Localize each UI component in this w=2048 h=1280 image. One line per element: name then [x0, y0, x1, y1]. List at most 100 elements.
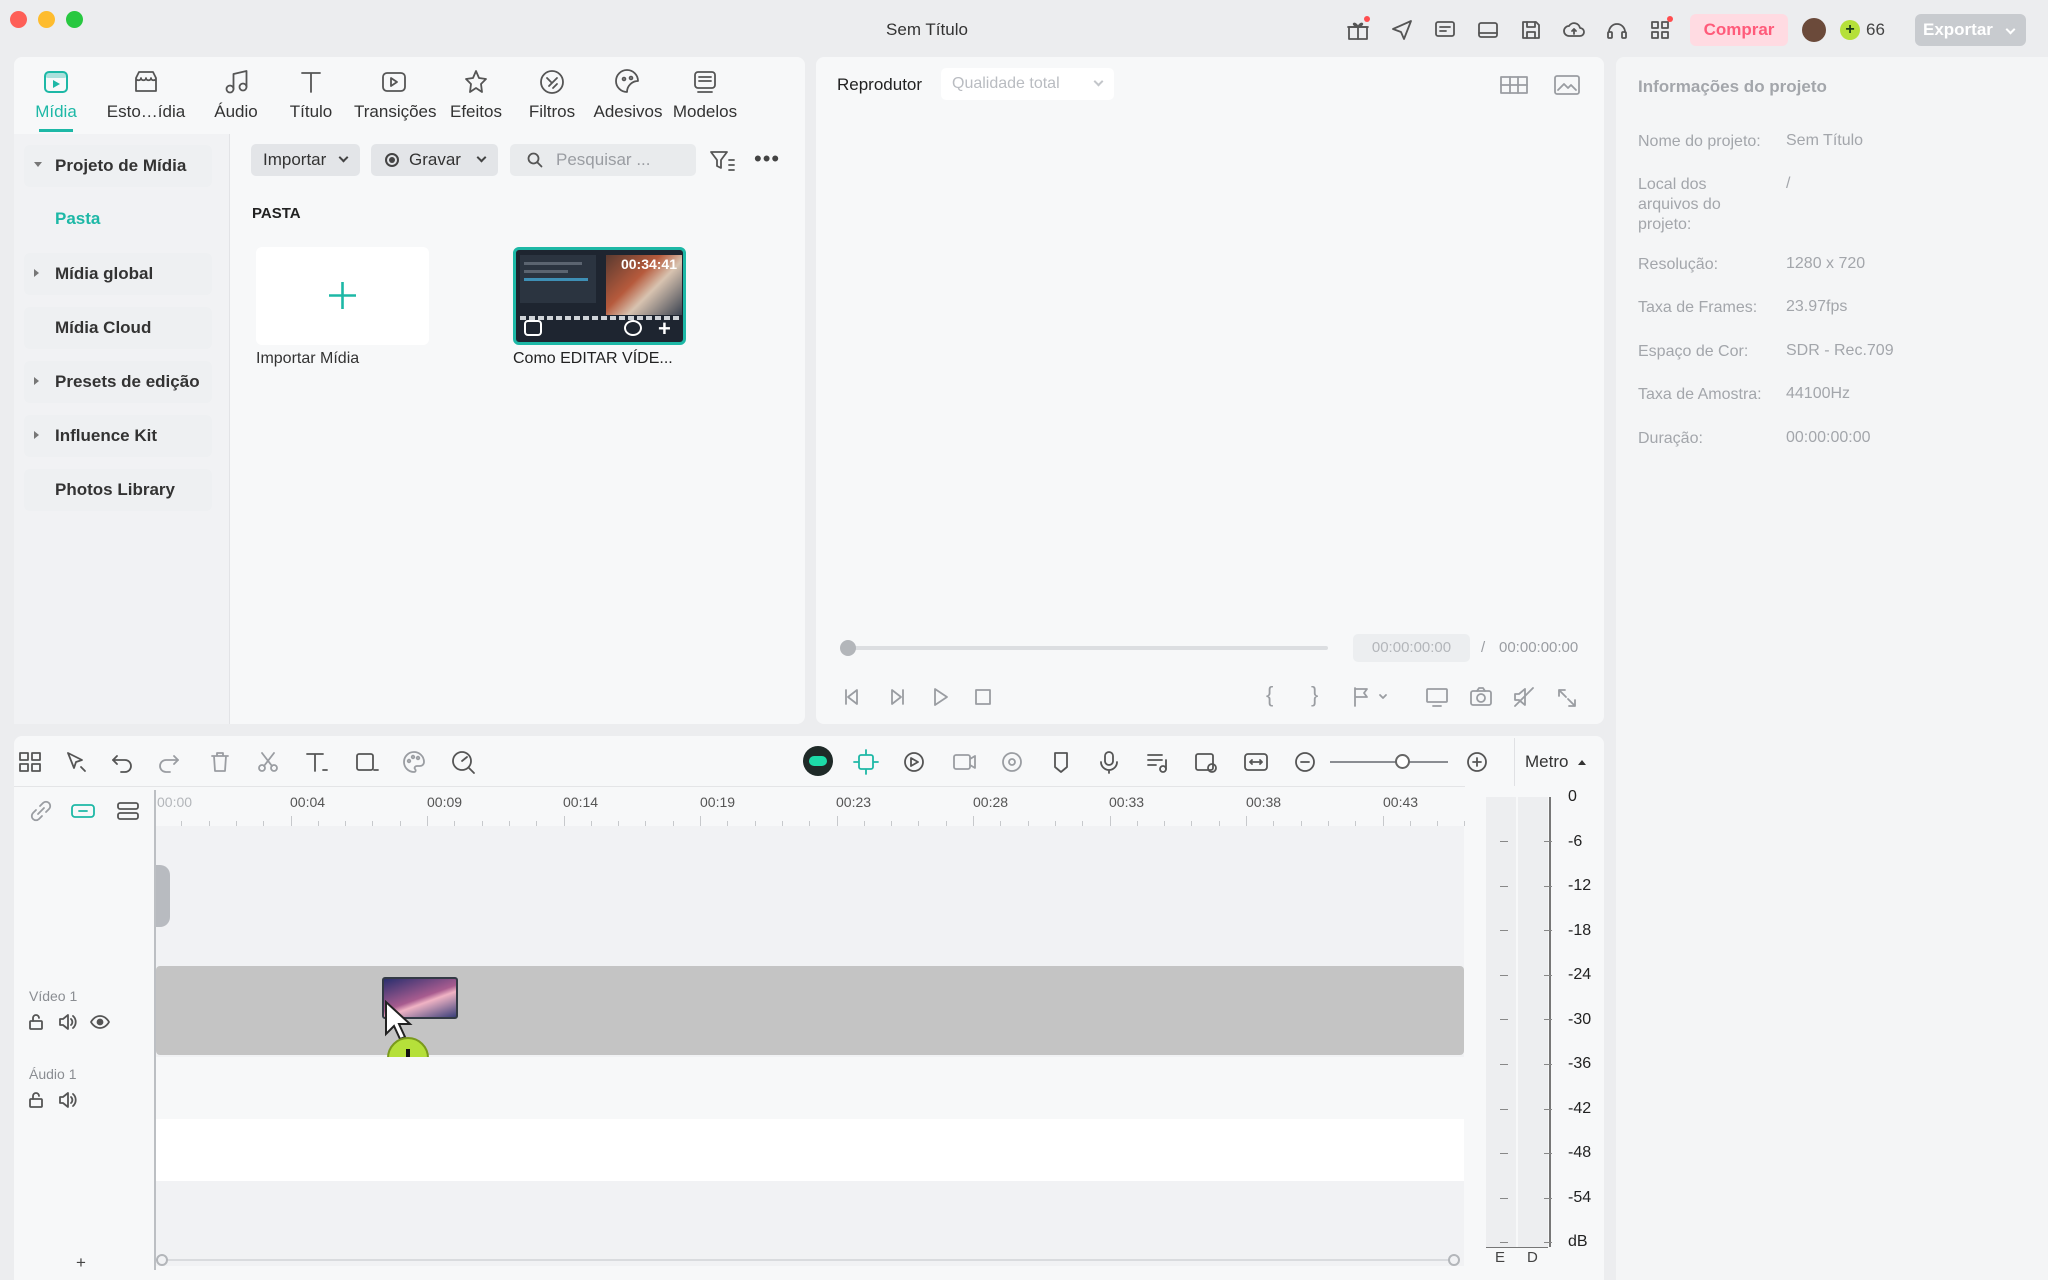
split-scissors-icon[interactable]: [254, 748, 282, 776]
credits-plus-icon: +: [1840, 20, 1860, 40]
scroll-end-handle[interactable]: [1448, 1254, 1460, 1266]
feedback-icon[interactable]: [1433, 18, 1457, 42]
replace-clip-icon[interactable]: [1192, 748, 1220, 776]
send-icon[interactable]: [1390, 18, 1414, 42]
next-frame-icon[interactable]: [884, 684, 910, 710]
sidebar-item-cloud-media[interactable]: Mídia Cloud: [24, 307, 212, 349]
previous-frame-icon[interactable]: [839, 684, 865, 710]
text-tool-icon[interactable]: [302, 748, 330, 776]
add-track-button[interactable]: +: [76, 1253, 86, 1273]
camera-snapshot-icon[interactable]: [1468, 684, 1494, 710]
apps-grid-icon[interactable]: [1648, 16, 1673, 42]
search-placeholder: Pesquisar ...: [556, 150, 651, 169]
avatar[interactable]: [1802, 18, 1826, 42]
shield-mask-icon[interactable]: [1047, 748, 1075, 776]
grid-view-icon[interactable]: [1499, 73, 1529, 97]
export-button[interactable]: Exportar: [1915, 14, 2026, 46]
cloud-upload-icon[interactable]: [1562, 18, 1586, 42]
speaker-icon[interactable]: [58, 1091, 78, 1109]
record-button[interactable]: Gravar: [371, 144, 498, 176]
player-progress-handle[interactable]: [840, 640, 856, 656]
import-media-tile[interactable]: [256, 247, 429, 345]
eye-visibility-icon[interactable]: [89, 1013, 111, 1031]
lock-icon[interactable]: [27, 1091, 45, 1109]
tab-effects[interactable]: Efeitos: [436, 66, 516, 126]
tab-stickers[interactable]: Adesivos: [588, 66, 668, 126]
tab-title[interactable]: Título: [271, 66, 351, 126]
playhead-handle[interactable]: [154, 865, 170, 927]
fullscreen-icon[interactable]: [1555, 686, 1579, 710]
tab-stock-media[interactable]: Esto…ídia: [106, 66, 186, 126]
tab-templates[interactable]: Modelos: [665, 66, 745, 126]
play-icon[interactable]: [927, 684, 953, 710]
tab-transitions[interactable]: Transições: [354, 66, 437, 126]
sidebar-item-photos-library[interactable]: Photos Library: [24, 469, 212, 511]
timeline-scrollbar[interactable]: [156, 1259, 1456, 1261]
delete-icon[interactable]: [206, 748, 234, 776]
mark-out-icon[interactable]: }: [1311, 682, 1318, 708]
sidebar-item-influence-kit[interactable]: Influence Kit: [24, 415, 212, 457]
scroll-start-handle[interactable]: [156, 1254, 168, 1266]
select-pointer-icon[interactable]: [62, 748, 90, 776]
ai-clip-icon[interactable]: [950, 748, 978, 776]
zoom-in-icon[interactable]: [1463, 748, 1491, 776]
headset-icon[interactable]: [1605, 18, 1629, 42]
tab-audio[interactable]: Áudio: [196, 66, 276, 126]
project-info-title: Informações do projeto: [1638, 77, 1827, 96]
zoom-out-icon[interactable]: [1291, 748, 1319, 776]
quality-select[interactable]: Qualidade total: [941, 68, 1114, 100]
snapshot-image-icon[interactable]: [1553, 73, 1581, 97]
fit-width-icon[interactable]: [1242, 748, 1270, 776]
info-key: Espaço de Cor:: [1638, 343, 1749, 360]
sidebar-item-global-media[interactable]: Mídia global: [24, 253, 212, 295]
media-clip-thumbnail[interactable]: 00:34:41 +: [513, 247, 686, 345]
import-button[interactable]: Importar: [251, 144, 360, 176]
ai-copilot-icon[interactable]: [803, 746, 833, 776]
ruler-label: 00:19: [700, 794, 736, 810]
lock-icon[interactable]: [27, 1013, 45, 1031]
stop-icon[interactable]: [970, 684, 996, 710]
track-manage-icon[interactable]: [114, 797, 142, 825]
display-icon[interactable]: [1424, 684, 1450, 710]
ruler-tick: [1109, 816, 1111, 826]
layout-icon[interactable]: [1476, 18, 1500, 42]
layout-grid-icon[interactable]: [16, 748, 44, 776]
ai-speed-icon[interactable]: [449, 748, 477, 776]
tab-filters[interactable]: Filtros: [512, 66, 592, 126]
marker-flag-icon[interactable]: [1350, 684, 1390, 710]
gift-icon[interactable]: [1346, 16, 1370, 42]
zoom-slider-track[interactable]: [1330, 761, 1448, 763]
redo-icon[interactable]: [155, 748, 183, 776]
meter-toggle[interactable]: Metro: [1525, 752, 1587, 772]
more-options-icon[interactable]: •••: [754, 146, 780, 172]
audio-track-lane[interactable]: [156, 1057, 1464, 1119]
sidebar-item-edit-presets[interactable]: Presets de edição: [24, 361, 212, 403]
auto-highlight-icon[interactable]: [852, 748, 880, 776]
add-to-timeline-icon[interactable]: +: [658, 316, 671, 342]
microphone-icon[interactable]: [1095, 748, 1123, 776]
zoom-slider-handle[interactable]: [1395, 754, 1410, 769]
save-icon[interactable]: [1519, 18, 1543, 42]
player-progress-track[interactable]: [846, 646, 1328, 650]
mark-in-icon[interactable]: {: [1266, 682, 1273, 708]
video-track-drop-zone[interactable]: [156, 966, 1464, 1055]
snap-magnet-icon[interactable]: [69, 797, 97, 825]
buy-button[interactable]: Comprar: [1690, 14, 1788, 46]
undo-icon[interactable]: [108, 748, 136, 776]
search-input[interactable]: Pesquisar ...: [510, 144, 696, 176]
audio-edit-icon[interactable]: [1143, 748, 1171, 776]
player-label: Reprodutor: [837, 75, 923, 94]
sidebar-item-folder[interactable]: Pasta: [55, 209, 100, 229]
color-palette-icon[interactable]: [400, 748, 428, 776]
volume-mute-icon[interactable]: [1511, 684, 1537, 710]
meter-tick: [1544, 974, 1552, 976]
stabilize-icon[interactable]: [998, 748, 1026, 776]
speaker-icon[interactable]: [58, 1013, 78, 1031]
sidebar-item-project-media[interactable]: Projeto de Mídia: [24, 145, 212, 187]
crop-shape-icon[interactable]: [352, 748, 380, 776]
player-panel: [816, 57, 1604, 724]
tab-media[interactable]: Mídia: [16, 66, 96, 132]
filter-sort-icon[interactable]: [708, 148, 736, 174]
link-icon[interactable]: [27, 797, 55, 825]
scene-detect-icon[interactable]: [900, 748, 928, 776]
